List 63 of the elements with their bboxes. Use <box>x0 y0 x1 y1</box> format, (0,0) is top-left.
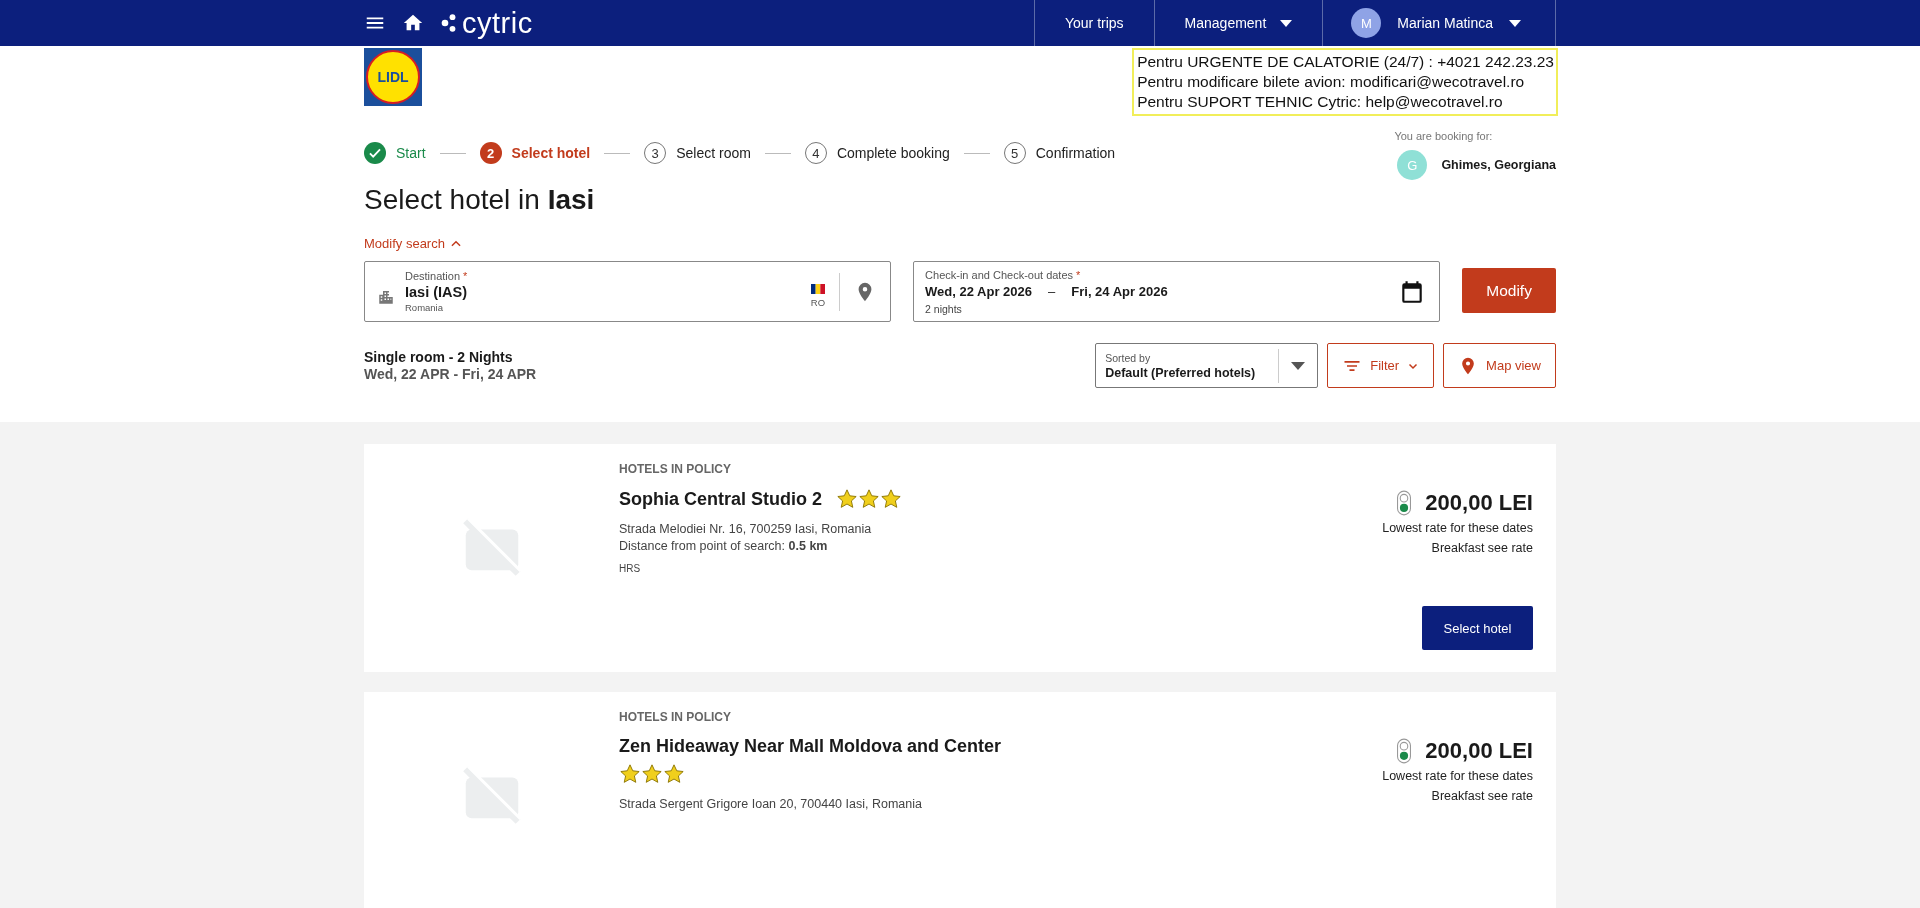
star-icon <box>836 488 859 510</box>
check-in-date: Wed, 22 Apr 2026 <box>925 283 1033 299</box>
company-logo: LIDL <box>364 48 422 106</box>
sort-dropdown[interactable]: Sorted by Default (Preferred hotels) <box>1095 343 1319 388</box>
traffic-light-icon <box>1397 738 1412 764</box>
rate-note: Lowest rate for these dates <box>1382 521 1533 535</box>
notice-text: Pentru URGENTE DE CALATORIE (24/7) : +4021 242.23.23 <box>1137 52 1554 72</box>
field-hint: 2 nights <box>925 302 963 315</box>
source-label: HRS <box>619 563 642 574</box>
star-icon <box>663 763 685 785</box>
star-icon <box>880 488 903 510</box>
avatar: M <box>1351 8 1382 38</box>
star-icon <box>619 763 641 785</box>
country-code: RO <box>810 296 826 308</box>
date-separator: – <box>1048 283 1056 299</box>
breakfast-note: Breakfast see rate <box>1431 789 1533 803</box>
notice-text: Pentru SUPORT TEHNIC Cytric: help@wecotravel.ro <box>1137 92 1504 112</box>
caret-icon <box>1509 19 1521 27</box>
hotel-name[interactable]: Zen Hideaway Near Mall Moldova and Center <box>619 736 1002 757</box>
destination-field[interactable]: Destination * Iasi (IAS) Romania RO <box>364 261 892 322</box>
rate-note: Lowest rate for these dates <box>1382 769 1533 783</box>
room-summary: Single room - 2 Nights <box>364 349 514 365</box>
step-label: Complete booking <box>836 145 950 161</box>
booking-for-label: You are booking for: <box>1394 130 1494 142</box>
hotel-name[interactable]: Sophia Central Studio 2 <box>619 488 823 510</box>
date-range-field[interactable]: Check-in and Check-out dates * Wed, 22 Apr 2026 – Fri, 24 Apr 2026 2 nights <box>913 261 1441 322</box>
field-value: Iasi (IAS) <box>405 284 469 300</box>
notice-text: Pentru modificare bilete avion: modificari@wecotravel.ro <box>1137 72 1526 92</box>
traveler-name: Ghimes, Georgiana <box>1441 158 1556 172</box>
step-label: Select hotel <box>511 145 591 161</box>
step-number: 2 <box>479 142 502 164</box>
modify-button[interactable]: Modify <box>1462 268 1556 313</box>
check-out-date: Fri, 24 Apr 2026 <box>1071 283 1168 299</box>
filter-button[interactable]: Filter <box>1327 343 1435 388</box>
category-label: HOTELS IN POLICY <box>619 462 732 476</box>
select-hotel-button[interactable]: Select hotel <box>1422 606 1533 650</box>
field-label: Check-in and Check-out dates * <box>925 268 1082 281</box>
price: 200,00 LEI <box>1425 490 1533 516</box>
traffic-light-icon <box>1397 490 1412 516</box>
page-title: Select hotel in Iasi <box>364 184 596 216</box>
map-view-button[interactable]: Map view <box>1443 343 1556 388</box>
hotel-address: Strada Melodiei Nr. 16, 700259 Iasi, Romania <box>619 522 873 536</box>
price: 200,00 LEI <box>1425 738 1533 764</box>
breakfast-note: Breakfast see rate <box>1431 541 1533 555</box>
modify-search-link[interactable]: Modify search <box>364 236 463 251</box>
star-icon <box>641 763 663 785</box>
step-label: Select room <box>676 145 751 161</box>
star-icon <box>858 488 881 510</box>
date-summary: Wed, 22 APR - Fri, 24 APR <box>364 366 537 382</box>
logo[interactable]: cytric <box>440 8 533 38</box>
caret-icon <box>1291 361 1306 370</box>
hotel-address: Strada Sergent Grigore Ioan 20, 700440 Iasi, Romania <box>619 797 923 811</box>
step-label: Confirmation <box>1035 145 1116 161</box>
field-label: Destination * <box>405 270 469 282</box>
step-label: Start <box>396 145 426 161</box>
sort-value: Default (Preferred hotels) <box>1105 365 1257 380</box>
category-label: HOTELS IN POLICY <box>619 710 732 724</box>
brand-name: cytric <box>462 8 533 38</box>
sort-label: Sorted by <box>1105 351 1152 364</box>
field-hint: Romania <box>405 302 445 313</box>
distance-text: Distance from point of search: 0.5 km <box>619 539 829 553</box>
flag-icon <box>810 283 825 294</box>
avatar: G <box>1397 150 1428 180</box>
